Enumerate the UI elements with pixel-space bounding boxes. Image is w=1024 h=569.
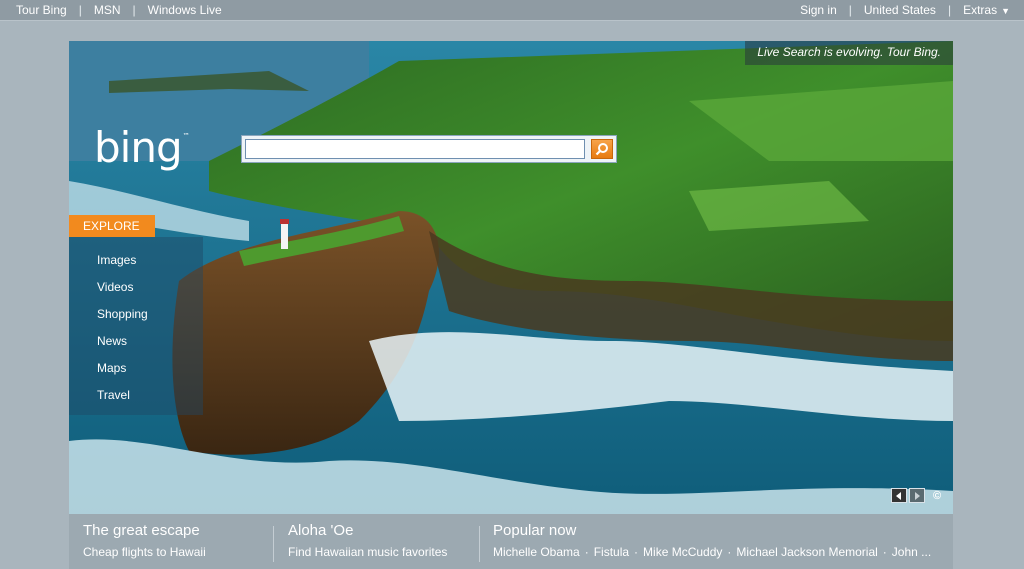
- popular-link[interactable]: Mike McCuddy: [643, 545, 722, 559]
- top-bar: Tour Bing | MSN | Windows Live Sign in |…: [0, 0, 1024, 21]
- nav-videos[interactable]: Videos: [97, 280, 133, 294]
- bullet: ·: [634, 545, 639, 559]
- nav-news[interactable]: News: [97, 334, 127, 348]
- promo-2-link[interactable]: Find Hawaiian music favorites: [288, 545, 447, 559]
- hero-image: Live Search is evolving. Tour Bing. bing…: [69, 41, 953, 514]
- nav-images[interactable]: Images: [97, 253, 136, 267]
- separator: |: [947, 3, 952, 17]
- promo-1-title[interactable]: The great escape: [83, 522, 206, 539]
- promo-column-1: The great escape Cheap flights to Hawaii: [83, 522, 206, 559]
- popular-now-column: Popular now Michelle Obama · Fistula · Mik…: [493, 522, 931, 559]
- popular-link[interactable]: Michael Jackson Memorial: [736, 545, 877, 559]
- tour-bing-link[interactable]: Tour Bing: [16, 3, 67, 17]
- separator: |: [132, 3, 136, 17]
- bing-logo: bing™: [94, 127, 190, 169]
- bullet: ·: [882, 545, 887, 559]
- top-right-links: Sign in | United States | Extras ▼: [800, 3, 1010, 17]
- popular-link[interactable]: John ...: [892, 545, 931, 559]
- promo-column-2: Aloha 'Oe Find Hawaiian music favorites: [288, 522, 447, 559]
- copyright-icon[interactable]: ©: [933, 490, 941, 502]
- arrow-left-icon: [896, 491, 901, 500]
- arrow-right-icon: [915, 491, 920, 500]
- country-link[interactable]: United States: [864, 3, 936, 17]
- msn-link[interactable]: MSN: [94, 3, 121, 17]
- bullet: ·: [584, 545, 589, 559]
- popular-now-title: Popular now: [493, 522, 577, 539]
- windows-live-link[interactable]: Windows Live: [148, 3, 222, 17]
- extras-label: Extras: [963, 3, 998, 17]
- popular-link[interactable]: Michelle Obama: [493, 545, 580, 559]
- caret-down-icon: ▼: [1001, 6, 1010, 16]
- popular-link[interactable]: Fistula: [594, 545, 629, 559]
- explore-nav: Images Videos Shopping News Maps Travel: [69, 237, 203, 415]
- sign-in-link[interactable]: Sign in: [800, 3, 837, 17]
- next-image-button[interactable]: [909, 488, 925, 503]
- promo-1-link[interactable]: Cheap flights to Hawaii: [83, 545, 206, 559]
- explore-header: EXPLORE: [69, 215, 155, 237]
- search-box: [241, 135, 617, 163]
- nav-maps[interactable]: Maps: [97, 361, 126, 375]
- promo-2-title[interactable]: Aloha 'Oe: [288, 522, 447, 539]
- tour-bing-tagline[interactable]: Live Search is evolving. Tour Bing.: [745, 41, 953, 65]
- top-left-links: Tour Bing | MSN | Windows Live: [16, 3, 222, 17]
- search-input[interactable]: [245, 139, 585, 159]
- image-controls: ©: [891, 488, 941, 503]
- divider: [479, 526, 480, 562]
- bullet: ·: [727, 545, 732, 559]
- nav-travel[interactable]: Travel: [97, 388, 130, 402]
- logo-text: bing: [94, 123, 183, 172]
- divider: [273, 526, 274, 562]
- trademark-mark: ™: [182, 132, 190, 140]
- separator: |: [78, 3, 82, 17]
- bottom-strip: The great escape Cheap flights to Hawaii…: [69, 514, 953, 569]
- popular-now-list: Michelle Obama · Fistula · Mike McCuddy · M…: [493, 545, 931, 559]
- separator: |: [848, 3, 852, 17]
- search-button[interactable]: [591, 139, 613, 159]
- search-icon: [595, 143, 608, 156]
- previous-image-button[interactable]: [891, 488, 907, 503]
- nav-shopping[interactable]: Shopping: [97, 307, 148, 321]
- extras-menu[interactable]: Extras ▼: [963, 3, 1010, 17]
